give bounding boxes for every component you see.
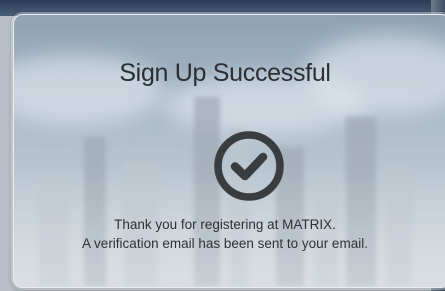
message-line-1: Thank you for registering at MATRIX. [114,217,336,232]
confirmation-message: Thank you for registering at MATRIX. A v… [14,215,436,253]
check-circle-icon [211,128,287,204]
message-line-2: A verification email has been sent to yo… [82,236,368,251]
signup-success-dialog: Sign Up Successful Thank you for registe… [13,14,445,288]
screen-background: Sign Up Successful Thank you for registe… [0,0,445,291]
dialog-title: Sign Up Successful [119,59,331,87]
